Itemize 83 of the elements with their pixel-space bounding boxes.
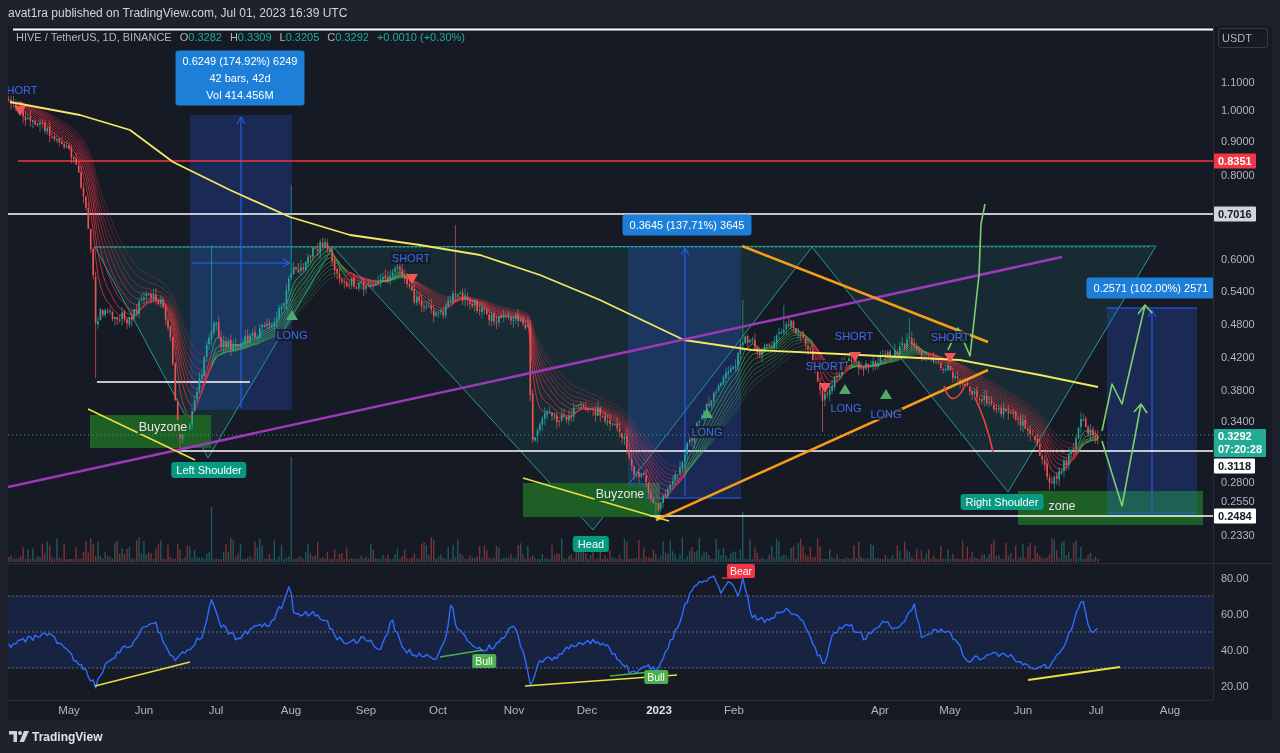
divergence-label: Bull bbox=[644, 670, 668, 684]
pattern-label: Right Shoulder bbox=[960, 494, 1044, 510]
signal-label: LONG bbox=[690, 426, 724, 438]
price-label: 0.2550 bbox=[1221, 495, 1255, 507]
measurement-label: 0.2571 (102.00%) 2571 bbox=[1086, 277, 1213, 299]
price-tag: 0.7016 bbox=[1214, 206, 1256, 222]
up-triangle-icon bbox=[286, 310, 298, 320]
price-label: 0.3400 bbox=[1221, 415, 1255, 427]
divergence-label: Bull bbox=[472, 654, 496, 668]
ohlc-label: O bbox=[179, 31, 189, 43]
up-triangle-icon bbox=[839, 384, 851, 394]
price-tag: 0.3118 bbox=[1214, 458, 1256, 474]
price-label: 0.4200 bbox=[1221, 351, 1255, 363]
pattern-label: Left Shoulder bbox=[171, 462, 247, 478]
down-triangle-icon bbox=[14, 106, 26, 116]
price-label: 0.5400 bbox=[1221, 285, 1255, 297]
brand-name: TradingView bbox=[32, 729, 103, 744]
price-change: +0.0010 (+0.30%) bbox=[376, 31, 465, 43]
currency-button[interactable]: USDT bbox=[1218, 28, 1268, 48]
signal-label: SHORT bbox=[929, 331, 971, 343]
down-triangle-icon bbox=[849, 352, 861, 362]
ohlc-label: H bbox=[229, 31, 238, 43]
ohlc-value: 0.3205 bbox=[285, 31, 320, 43]
price-tag: 0.8351 bbox=[1214, 153, 1256, 169]
ohlc-label: L bbox=[279, 31, 286, 43]
time-label: May bbox=[939, 704, 961, 716]
price-label: 0.2330 bbox=[1221, 529, 1255, 541]
rsi-axis-label: 20.00 bbox=[1221, 680, 1249, 692]
pattern-label: Head bbox=[572, 536, 610, 552]
time-label: Sep bbox=[355, 704, 377, 716]
measurement-label: 0.6249 (174.92%) 6249 42 bars, 42d Vol 414.456M bbox=[175, 50, 305, 106]
projection-curve bbox=[943, 383, 994, 453]
time-label: May bbox=[58, 704, 80, 716]
rsi-axis-label: 60.00 bbox=[1221, 608, 1249, 620]
price-label: 0.8000 bbox=[1221, 169, 1255, 181]
down-triangle-icon bbox=[819, 383, 831, 393]
price-label: 0.9000 bbox=[1221, 135, 1255, 147]
zone-label: Buyzone bbox=[594, 487, 646, 501]
ohlc-label: C bbox=[327, 31, 336, 43]
signal-label: SHORT bbox=[804, 360, 846, 372]
divergence-line bbox=[721, 577, 742, 579]
symbol-title: HIVE / TetherUS, 1D, BINANCE bbox=[16, 31, 172, 43]
time-label: Jun bbox=[1013, 704, 1033, 716]
time-label: Feb bbox=[724, 704, 744, 716]
signal-label: SHORT bbox=[390, 252, 432, 264]
logo-icon bbox=[9, 731, 29, 742]
rsi-axis-label: 80.00 bbox=[1221, 572, 1249, 584]
signal-label: LONG bbox=[829, 402, 863, 414]
price-label: 1.1000 bbox=[1221, 76, 1255, 88]
time-label: Jul bbox=[208, 704, 224, 716]
up-triangle-icon bbox=[701, 408, 713, 418]
time-label: Aug bbox=[1159, 704, 1181, 716]
signal-label: HORT bbox=[8, 84, 39, 96]
price-label: 0.3800 bbox=[1221, 384, 1255, 396]
price-label: 0.4800 bbox=[1221, 318, 1255, 330]
publisher-line: avat1ra published on TradingView.com, Jul 01, 2023 16:39 UTC bbox=[8, 6, 348, 20]
time-label: 2023 bbox=[646, 704, 672, 716]
zone-label: Buyzone bbox=[137, 420, 189, 434]
time-label: Apr bbox=[871, 704, 889, 716]
price-tag: 0.2484 bbox=[1214, 508, 1256, 524]
measurement-label: 0.3645 (137.71%) 3645 bbox=[622, 214, 752, 236]
divergence-label: Bear bbox=[726, 564, 756, 578]
signal-label: LONG bbox=[275, 329, 309, 341]
signal-label: SHORT bbox=[833, 330, 875, 342]
time-label: Oct bbox=[429, 704, 447, 716]
up-triangle-icon bbox=[880, 389, 892, 399]
time-label: Dec bbox=[576, 704, 598, 716]
down-triangle-icon bbox=[406, 274, 418, 284]
ohlc-value: 0.3282 bbox=[188, 31, 222, 43]
price-label: 0.6000 bbox=[1221, 253, 1255, 265]
time-label: Aug bbox=[280, 704, 302, 716]
rsi-axis-label: 40.00 bbox=[1221, 644, 1249, 656]
time-label: Jul bbox=[1088, 704, 1104, 716]
time-label: Jun bbox=[134, 704, 154, 716]
time-label: Nov bbox=[503, 704, 525, 716]
down-triangle-icon bbox=[944, 353, 956, 363]
divergence-line bbox=[439, 649, 484, 658]
price-label: 1.0000 bbox=[1221, 104, 1255, 116]
signal-label: LONG bbox=[869, 408, 903, 420]
price-label: 0.2800 bbox=[1221, 476, 1255, 488]
ohlc-value: 0.3292 bbox=[335, 31, 369, 43]
price-tag: 0.3292 07:20:28 bbox=[1214, 429, 1267, 457]
ohlc-value: 0.3309 bbox=[237, 31, 272, 43]
